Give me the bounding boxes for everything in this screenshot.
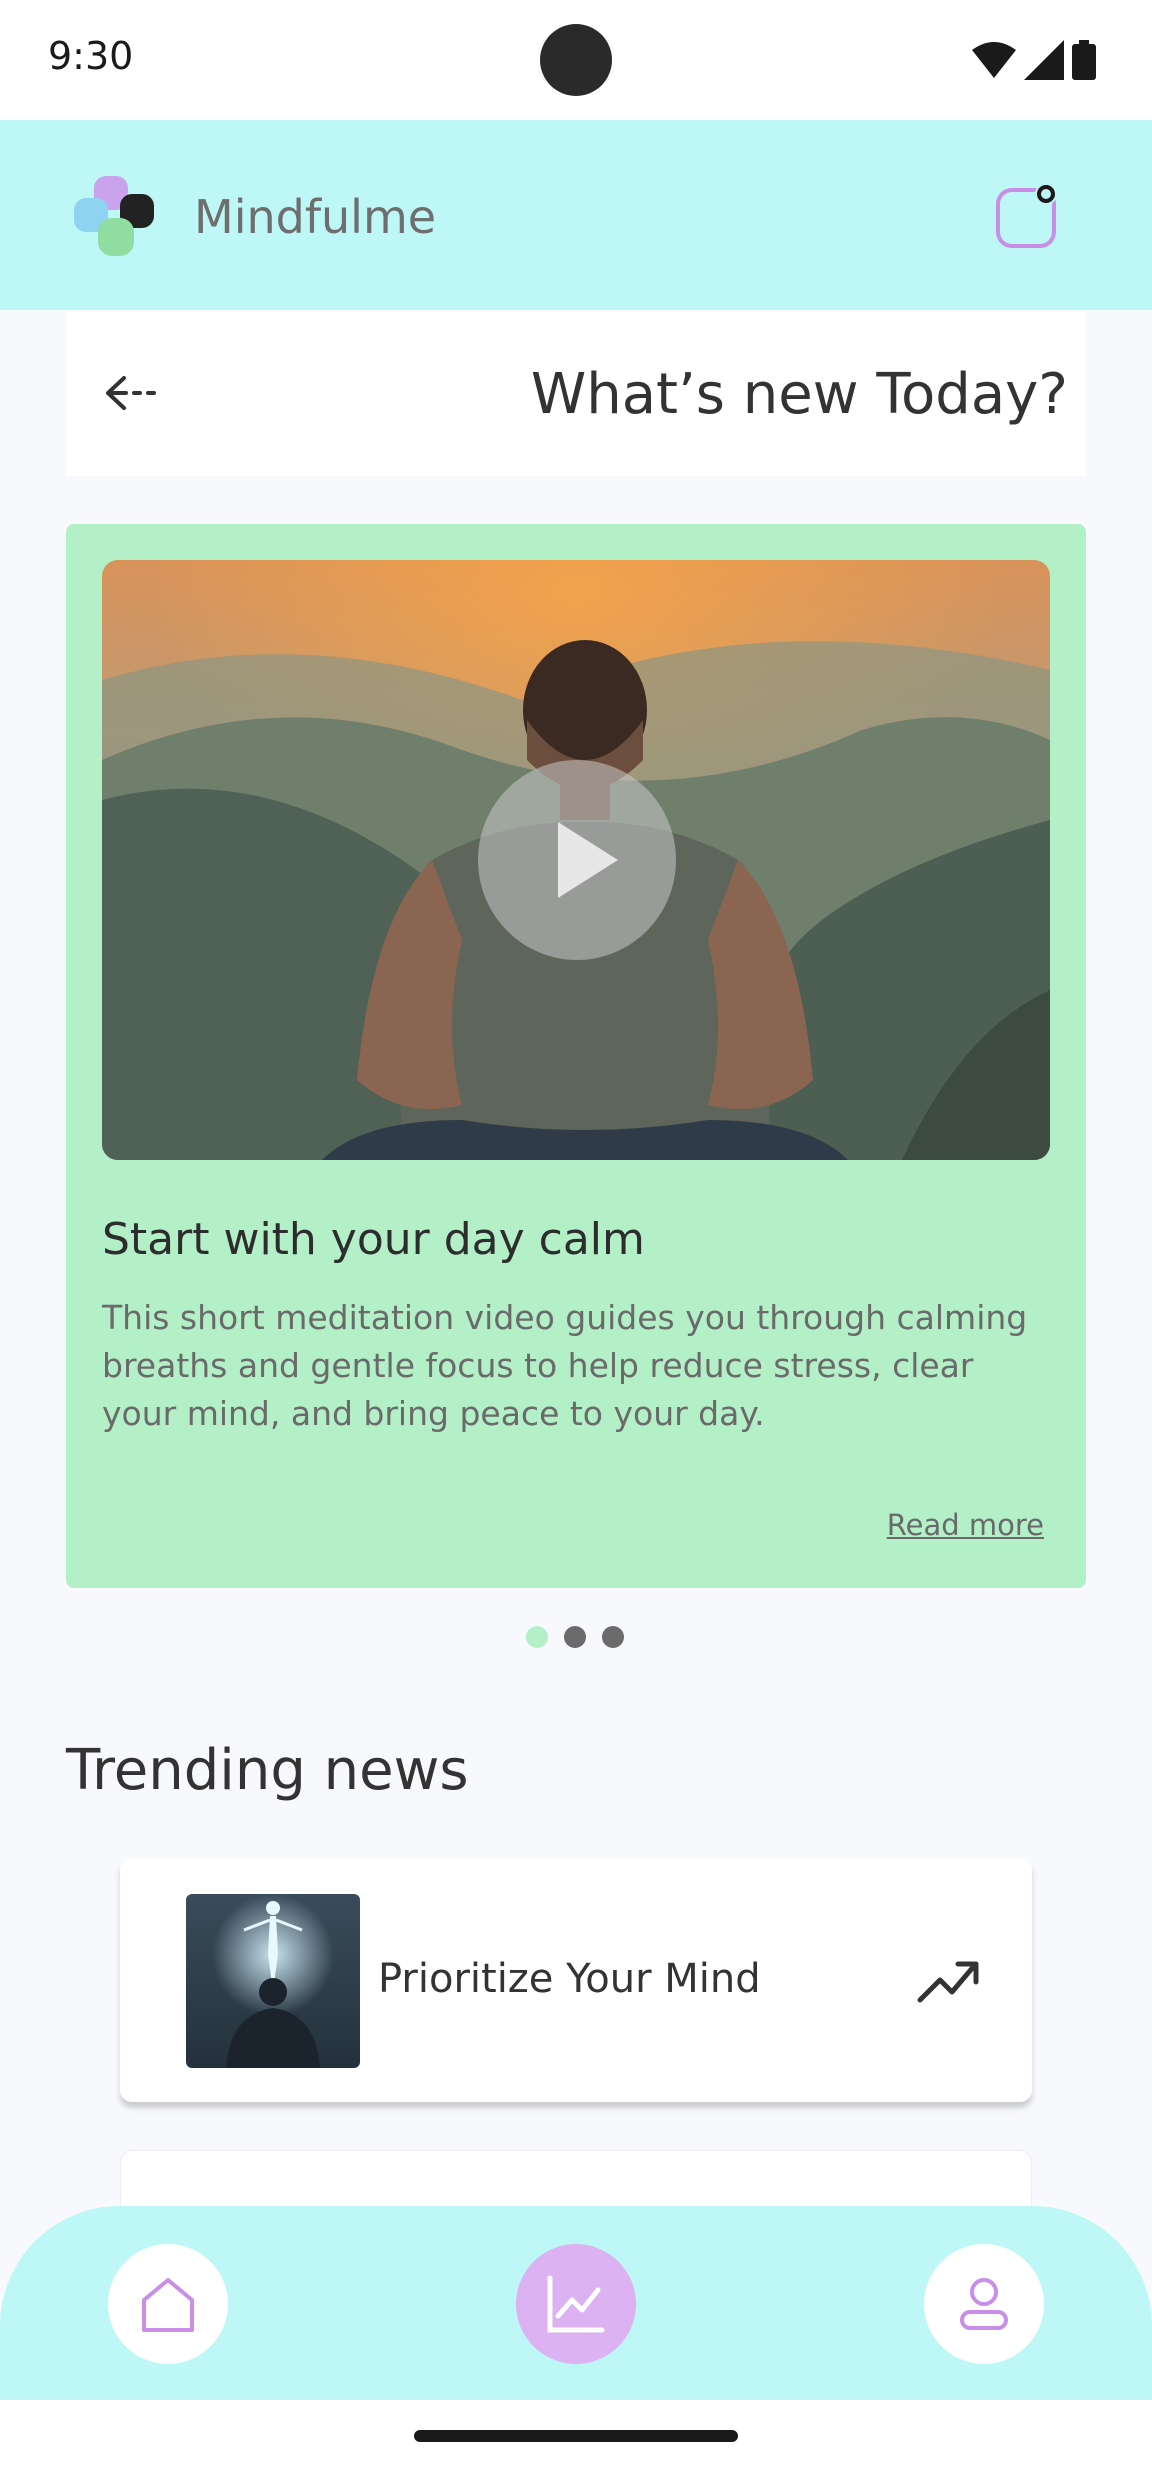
- app-header: Mindfulme: [0, 120, 1152, 310]
- camera-cutout: [540, 24, 612, 96]
- page-title: What’s new Today?: [530, 362, 1068, 427]
- status-time: 9:30: [48, 34, 134, 78]
- home-indicator[interactable]: [414, 2430, 738, 2442]
- meditation-video[interactable]: [102, 560, 1050, 1160]
- news-title: Prioritize Your Mind: [378, 1956, 761, 2002]
- featured-heading: Start with your day calm: [102, 1214, 645, 1265]
- nav-home-button[interactable]: [108, 2244, 228, 2364]
- carousel-dot[interactable]: [602, 1626, 624, 1648]
- trending-section-title: Trending news: [66, 1738, 469, 1803]
- mindfulme-logo-icon: [74, 176, 154, 256]
- play-icon: [558, 822, 618, 898]
- read-more-link[interactable]: Read more: [887, 1508, 1044, 1542]
- news-card[interactable]: Prioritize Your Mind: [120, 1858, 1032, 2102]
- play-button[interactable]: [478, 760, 676, 960]
- featured-card[interactable]: Start with your day calm This short medi…: [66, 524, 1086, 1588]
- home-icon: [142, 2278, 194, 2332]
- back-arrow-icon[interactable]: [96, 358, 166, 428]
- app-title: Mindfulme: [194, 190, 437, 244]
- carousel-dot-active[interactable]: [526, 1626, 548, 1648]
- notification-icon[interactable]: [994, 182, 1060, 248]
- nav-profile-button[interactable]: [924, 2244, 1044, 2364]
- signal-icon: [1024, 40, 1064, 80]
- profile-icon: [960, 2278, 1008, 2330]
- battery-icon: [1072, 40, 1096, 80]
- wifi-icon: [972, 42, 1016, 78]
- trending-up-icon: [917, 1961, 979, 2003]
- chart-icon: [547, 2275, 605, 2333]
- bottom-navigation: [0, 2206, 1152, 2400]
- news-thumbnail: [186, 1894, 360, 2068]
- carousel-dot[interactable]: [564, 1626, 586, 1648]
- app-screen: 9:30 Mindfulme What’s new Today? Start w…: [0, 0, 1152, 2472]
- nav-stats-button[interactable]: [516, 2244, 636, 2364]
- featured-description: This short meditation video guides you t…: [102, 1298, 1028, 1433]
- page-title-bar: What’s new Today?: [66, 312, 1086, 476]
- status-icons: [972, 40, 1096, 80]
- carousel-indicator: [526, 1626, 624, 1648]
- status-bar: 9:30: [0, 0, 1152, 120]
